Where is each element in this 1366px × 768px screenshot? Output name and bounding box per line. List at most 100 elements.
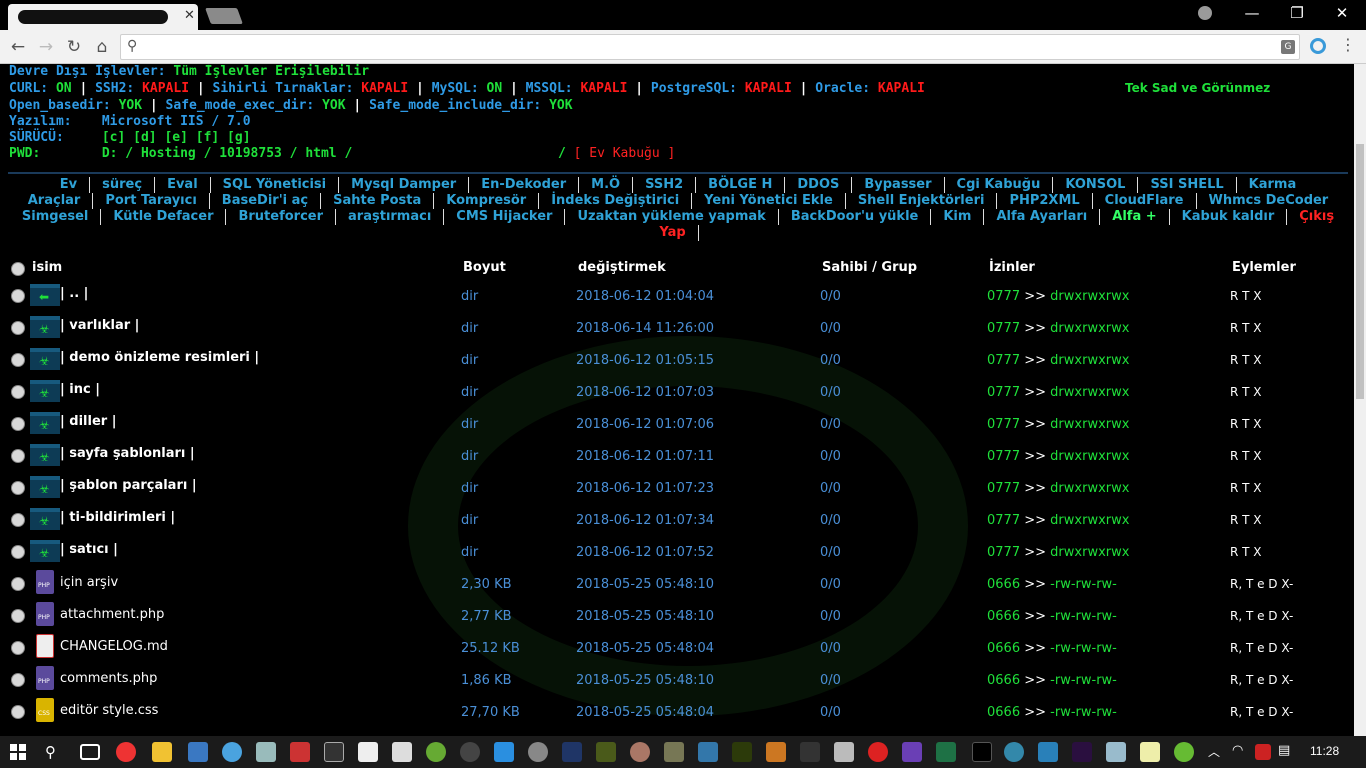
- app-icon-5[interactable]: [426, 742, 446, 762]
- file-modified[interactable]: 2018-05-25 05:48:04: [576, 641, 714, 656]
- perm-octal[interactable]: 0666: [987, 673, 1020, 688]
- file-actions[interactable]: R T X: [1230, 449, 1262, 463]
- file-modified[interactable]: 2018-06-12 01:07:34: [576, 513, 714, 528]
- table-row[interactable]: ☣ | satıcı | dir 2018-06-12 01:07:52 0/0 0777…: [8, 536, 1348, 568]
- parent-folder-icon[interactable]: ⬅: [30, 284, 60, 306]
- menu-item-mysql-damper[interactable]: Mysql Damper: [339, 177, 470, 193]
- folder-icon[interactable]: ☣: [30, 540, 60, 562]
- perm-octal[interactable]: 0777: [987, 545, 1020, 560]
- perm-string[interactable]: drwxrwxrwx: [1050, 321, 1129, 336]
- row-select-radio[interactable]: [11, 353, 25, 367]
- perm-octal[interactable]: 0777: [987, 513, 1020, 528]
- header-size[interactable]: Boyut: [463, 260, 506, 275]
- forward-icon[interactable]: →: [35, 36, 57, 58]
- menu-item-yap[interactable]: Yap: [647, 225, 699, 241]
- menu-item-cloudflare[interactable]: CloudFlare: [1093, 193, 1197, 209]
- app-icon-14[interactable]: [834, 742, 854, 762]
- tray-app-icon[interactable]: [1255, 744, 1271, 760]
- pwd-path[interactable]: D: / Hosting / 10198753 / html /: [102, 146, 352, 161]
- menu-item-ddos[interactable]: DDOS: [785, 177, 853, 193]
- menu-item-alfa[interactable]: Alfa +: [1100, 209, 1170, 225]
- file-modified[interactable]: 2018-06-12 01:07:23: [576, 481, 714, 496]
- row-select-radio[interactable]: [11, 481, 25, 495]
- app-icon-6[interactable]: [460, 742, 480, 762]
- app-icon-4[interactable]: [358, 742, 378, 762]
- file-permissions[interactable]: 0777 >> drwxrwxrwx: [987, 385, 1129, 400]
- file-actions[interactable]: R T X: [1230, 385, 1262, 399]
- perm-octal[interactable]: 0777: [987, 481, 1020, 496]
- perm-string[interactable]: drwxrwxrwx: [1050, 481, 1129, 496]
- menu-item-backdoor-u-y-kle[interactable]: BackDoor'u yükle: [779, 209, 932, 225]
- app-icon-12[interactable]: [766, 742, 786, 762]
- row-select-radio[interactable]: [11, 449, 25, 463]
- file-actions[interactable]: R, T e D X-: [1230, 705, 1293, 719]
- store-icon[interactable]: [392, 742, 412, 762]
- menu-item-yeni-y-netici-ekle[interactable]: Yeni Yönetici Ekle: [692, 193, 846, 209]
- row-select-radio[interactable]: [11, 289, 25, 303]
- file-actions[interactable]: R T X: [1230, 417, 1262, 431]
- file-name-link[interactable]: CHANGELOG.md: [60, 639, 168, 654]
- app-icon-3[interactable]: [256, 742, 276, 762]
- file-permissions[interactable]: 0777 >> drwxrwxrwx: [987, 321, 1129, 336]
- close-window-icon[interactable]: ✕: [1322, 4, 1362, 22]
- table-row[interactable]: ⬅ | .. | dir 2018-06-12 01:04:04 0/0 0777 >> …: [8, 280, 1348, 312]
- perm-octal[interactable]: 0777: [987, 385, 1020, 400]
- menu-item-ara-t-rmac[interactable]: araştırmacı: [336, 209, 445, 225]
- menu-item-cgi-kabu-u[interactable]: Cgi Kabuğu: [945, 177, 1054, 193]
- tray-chevron-icon[interactable]: ︿: [1208, 743, 1220, 760]
- file-modified[interactable]: 2018-05-25 05:48:10: [576, 577, 714, 592]
- file-name-link[interactable]: comments.php: [60, 671, 157, 686]
- table-row[interactable]: ☣ | diller | dir 2018-06-12 01:07:06 0/0 0777…: [8, 408, 1348, 440]
- file-name-link[interactable]: | sayfa şablonları |: [60, 446, 195, 461]
- file-modified[interactable]: 2018-06-12 01:05:15: [576, 353, 714, 368]
- dreamweaver-icon[interactable]: [732, 742, 752, 762]
- table-row[interactable]: ☣ | varlıklar | dir 2018-06-14 11:26:00 0/0 0…: [8, 312, 1348, 344]
- folder-icon[interactable]: ☣: [30, 316, 60, 338]
- table-row[interactable]: PHP için arşiv 2,30 KB 2018-05-25 05:48:10 0…: [8, 568, 1348, 600]
- folder-icon[interactable]: ☣: [30, 476, 60, 498]
- file-permissions[interactable]: 0666 >> -rw-rw-rw-: [987, 577, 1117, 592]
- start-button[interactable]: [10, 744, 26, 760]
- table-row[interactable]: PHP comments.php 1,86 KB 2018-05-25 05:48:1…: [8, 664, 1348, 696]
- address-bar[interactable]: ⚲ G: [120, 34, 1300, 60]
- file-modified[interactable]: 2018-06-12 01:04:04: [576, 289, 714, 304]
- app-icon-10[interactable]: [664, 742, 684, 762]
- search-taskbar-icon[interactable]: ⚲: [45, 743, 56, 761]
- menu-item-kompres-r[interactable]: Kompresör: [434, 193, 540, 209]
- menu-item-b-lge-h[interactable]: BÖLGE H: [696, 177, 786, 193]
- menu-item-k[interactable]: Çıkış: [1287, 209, 1346, 225]
- wifi-icon[interactable]: ◠: [1232, 743, 1243, 758]
- header-actions[interactable]: Eylemler: [1232, 260, 1296, 275]
- file-permissions[interactable]: 0666 >> -rw-rw-rw-: [987, 609, 1117, 624]
- menu-item-uzaktan-y-kleme-yapmak[interactable]: Uzaktan yükleme yapmak: [565, 209, 779, 225]
- menu-item-cms-hijacker[interactable]: CMS Hijacker: [444, 209, 566, 225]
- menu-item-simgesel[interactable]: Simgesel: [10, 209, 102, 225]
- menu-item-i-ndeks-de-i-tirici[interactable]: İndeks Değiştirici: [539, 193, 693, 209]
- file-explorer-icon[interactable]: [152, 742, 172, 762]
- new-tab-button[interactable]: [205, 8, 243, 24]
- perm-string[interactable]: -rw-rw-rw-: [1050, 577, 1117, 592]
- minimize-icon[interactable]: —: [1232, 4, 1272, 22]
- php-file-icon[interactable]: PHP: [36, 666, 54, 690]
- file-permissions[interactable]: 0666 >> -rw-rw-rw-: [987, 641, 1117, 656]
- file-name-link[interactable]: | satıcı |: [60, 542, 118, 557]
- header-modified[interactable]: değiştirmek: [578, 260, 666, 275]
- file-actions[interactable]: R, T e D X-: [1230, 641, 1293, 655]
- menu-item-ara-lar[interactable]: Araçlar: [16, 193, 94, 209]
- notepad-icon[interactable]: [1140, 742, 1160, 762]
- perm-octal[interactable]: 0777: [987, 353, 1020, 368]
- perm-string[interactable]: drwxrwxrwx: [1050, 417, 1129, 432]
- app-icon-7[interactable]: [494, 742, 514, 762]
- folder-icon[interactable]: ☣: [30, 508, 60, 530]
- select-all-radio[interactable]: [11, 262, 25, 276]
- file-modified[interactable]: 2018-05-25 05:48:04: [576, 705, 714, 720]
- file-permissions[interactable]: 0777 >> drwxrwxrwx: [987, 353, 1129, 368]
- drive-links[interactable]: [c] [d] [e] [f] [g]: [102, 130, 251, 145]
- file-actions[interactable]: R T X: [1230, 353, 1262, 367]
- profile-icon[interactable]: [1198, 6, 1212, 20]
- row-select-radio[interactable]: [11, 321, 25, 335]
- table-row[interactable]: ☣ | demo önizleme resimleri | dir 2018-06-1…: [8, 344, 1348, 376]
- menu-item-k-tle-defacer[interactable]: Kütle Defacer: [101, 209, 227, 225]
- photoshop-icon[interactable]: [562, 742, 582, 762]
- row-select-radio[interactable]: [11, 577, 25, 591]
